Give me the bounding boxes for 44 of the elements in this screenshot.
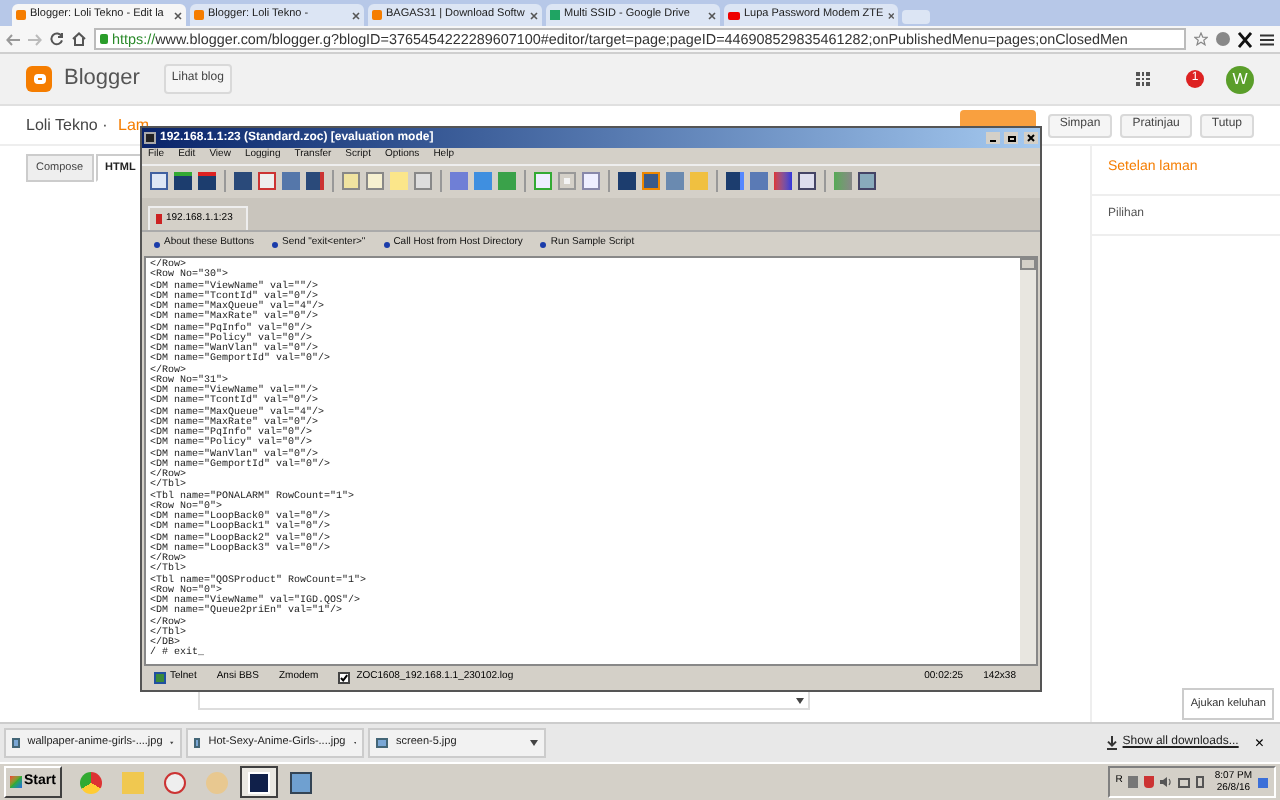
windows-logo-icon xyxy=(10,776,22,788)
scrollbar[interactable] xyxy=(1020,258,1036,664)
back-icon[interactable] xyxy=(6,33,20,45)
close-tab-icon[interactable] xyxy=(708,11,716,19)
blogger-logo-text[interactable]: Blogger xyxy=(64,62,140,96)
favicon-icon xyxy=(372,10,382,20)
apps-grid-icon[interactable] xyxy=(1136,72,1150,86)
close-button[interactable] xyxy=(1024,132,1038,144)
terminal-app-icon xyxy=(144,132,156,144)
logging-checkbox[interactable] xyxy=(338,672,351,684)
dropdown-icon[interactable] xyxy=(796,698,804,705)
shield-icon[interactable] xyxy=(1144,776,1155,788)
blog-title: Loli Tekno · xyxy=(26,113,110,137)
bullet-icon xyxy=(540,241,547,247)
image-file-icon xyxy=(12,738,20,748)
favicon-icon xyxy=(16,10,26,20)
close-tab-icon[interactable] xyxy=(887,11,894,19)
menu-icon[interactable] xyxy=(1260,33,1274,45)
close-tab-icon[interactable] xyxy=(352,11,360,19)
close-tab-icon[interactable] xyxy=(530,11,538,19)
favicon-icon xyxy=(728,11,740,19)
browser-icon xyxy=(79,771,102,793)
reload-icon[interactable] xyxy=(50,32,64,46)
close-tab-icon[interactable] xyxy=(174,11,182,19)
bullet-icon xyxy=(383,241,390,247)
minimize-button[interactable] xyxy=(986,132,1000,144)
forward-icon[interactable] xyxy=(28,33,42,45)
bullet-icon xyxy=(154,241,160,247)
bullet-icon xyxy=(272,241,279,247)
star-icon[interactable] xyxy=(1194,32,1208,46)
taskbar-button[interactable] xyxy=(239,766,278,798)
scroll-thumb[interactable] xyxy=(1020,258,1036,270)
close-button[interactable]: × xyxy=(1254,731,1264,755)
dropdown-icon[interactable] xyxy=(530,740,538,746)
maximize-button[interactable] xyxy=(1004,132,1018,144)
image-file-icon xyxy=(376,738,388,748)
session-status-icon xyxy=(156,214,162,224)
image-file-icon xyxy=(194,738,201,748)
battery-icon[interactable] xyxy=(1196,776,1205,788)
blogger-logo-icon[interactable] xyxy=(26,66,52,92)
favicon-icon xyxy=(550,10,560,20)
favicon-icon xyxy=(194,10,204,20)
speaker-icon[interactable] xyxy=(1160,776,1173,788)
home-icon[interactable] xyxy=(72,32,86,46)
